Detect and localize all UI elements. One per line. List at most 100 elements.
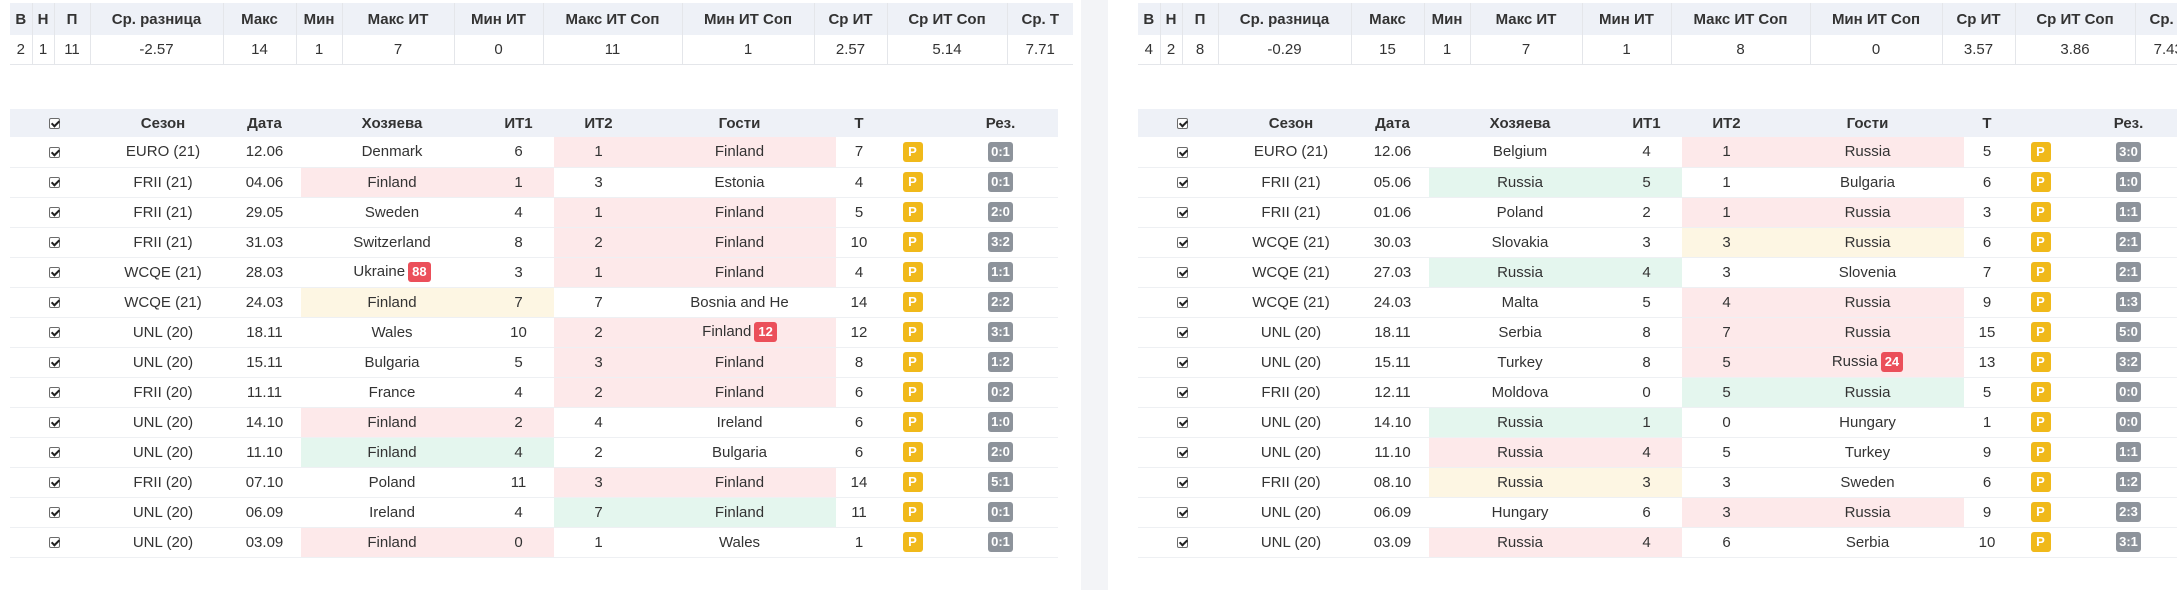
p-badge[interactable]: P: [2030, 502, 2051, 522]
row-checkbox-cell[interactable]: [1138, 437, 1226, 468]
p-badge[interactable]: P: [2030, 172, 2051, 192]
away-team-cell[interactable]: Finland: [643, 137, 836, 168]
home-team-cell[interactable]: Russia: [1429, 407, 1611, 438]
checkbox-checked-icon[interactable]: [1176, 207, 1188, 219]
result-badge[interactable]: 5:1: [988, 472, 1013, 492]
away-team-name[interactable]: Russia: [1845, 324, 1891, 341]
home-team-cell[interactable]: Slovakia: [1429, 227, 1611, 258]
row-checkbox-cell[interactable]: [1138, 197, 1226, 228]
home-team-name[interactable]: Russia: [1497, 264, 1543, 281]
away-team-cell[interactable]: Sweden: [1771, 467, 1964, 498]
checkbox-checked-icon[interactable]: [48, 537, 60, 549]
away-team-name[interactable]: Finland: [715, 204, 764, 221]
match-row[interactable]: UNL (20) 06.09 Hungary 6 3 Russia 9 P 2:3: [1138, 497, 2177, 528]
home-team-name[interactable]: Finland: [367, 444, 416, 461]
home-team-name[interactable]: Bulgaria: [364, 354, 419, 371]
away-team-name[interactable]: Finland: [715, 264, 764, 281]
p-badge[interactable]: P: [902, 352, 923, 372]
row-checkbox-cell[interactable]: [10, 167, 98, 198]
home-team-name[interactable]: Russia: [1497, 474, 1543, 491]
home-team-name[interactable]: France: [369, 384, 416, 401]
result-badge[interactable]: 0:0: [2116, 412, 2141, 432]
p-badge[interactable]: P: [2030, 382, 2051, 402]
home-team-cell[interactable]: Finland: [301, 407, 483, 438]
home-team-cell[interactable]: Denmark: [301, 137, 483, 168]
row-checkbox-cell[interactable]: [10, 407, 98, 438]
home-team-cell[interactable]: Switzerland: [301, 227, 483, 258]
p-badge[interactable]: P: [902, 442, 923, 462]
checkbox-checked-icon[interactable]: [48, 177, 60, 189]
home-team-cell[interactable]: Ukraine 88: [301, 257, 483, 288]
checkbox-checked-icon[interactable]: [1176, 477, 1188, 489]
away-team-cell[interactable]: Finland: [643, 197, 836, 228]
home-team-name[interactable]: Ukraine: [353, 263, 405, 280]
p-badge[interactable]: P: [902, 232, 923, 252]
p-badge[interactable]: P: [2030, 442, 2051, 462]
match-row[interactable]: WCQE (21) 30.03 Slovakia 3 3 Russia 6 P 2:1: [1138, 227, 2177, 258]
away-team-cell[interactable]: Wales: [643, 527, 836, 558]
p-badge[interactable]: P: [2030, 292, 2051, 312]
p-badge[interactable]: P: [2030, 472, 2051, 492]
result-badge[interactable]: 0:0: [2116, 382, 2141, 402]
row-checkbox-cell[interactable]: [1138, 227, 1226, 258]
away-team-name[interactable]: Russia: [1845, 234, 1891, 251]
home-team-name[interactable]: Poland: [369, 474, 416, 491]
result-badge[interactable]: 3:2: [2116, 352, 2141, 372]
row-checkbox-cell[interactable]: [1138, 377, 1226, 408]
p-badge[interactable]: P: [902, 322, 923, 342]
checkbox-checked-icon[interactable]: [48, 357, 60, 369]
away-team-cell[interactable]: Hungary: [1771, 407, 1964, 438]
away-team-name[interactable]: Russia: [1845, 143, 1891, 160]
match-row[interactable]: FRII (20) 08.10 Russia 3 3 Sweden 6 P 1:2: [1138, 467, 2177, 498]
matches-header-cell[interactable]: [10, 109, 98, 137]
p-badge[interactable]: P: [902, 172, 923, 192]
match-row[interactable]: WCQE (21) 28.03 Ukraine 88 3 1 Finland 4 P 1:1: [10, 257, 1058, 288]
home-team-name[interactable]: Russia: [1497, 534, 1543, 551]
row-checkbox-cell[interactable]: [10, 437, 98, 468]
checkbox-checked-icon[interactable]: [48, 447, 60, 459]
away-team-name[interactable]: Bosnia and He: [690, 294, 788, 311]
away-team-cell[interactable]: Estonia: [643, 167, 836, 198]
home-team-cell[interactable]: Wales: [301, 317, 483, 348]
home-team-cell[interactable]: Russia: [1429, 437, 1611, 468]
away-team-cell[interactable]: Bulgaria: [643, 437, 836, 468]
checkbox-checked-icon[interactable]: [48, 507, 60, 519]
away-team-cell[interactable]: Russia: [1771, 497, 1964, 528]
p-badge[interactable]: P: [2030, 412, 2051, 432]
p-badge[interactable]: P: [2030, 532, 2051, 552]
away-team-name[interactable]: Ireland: [717, 414, 763, 431]
match-row[interactable]: UNL (20) 18.11 Wales 10 2 Finland 12 12 P 3:1: [10, 317, 1058, 348]
match-row[interactable]: WCQE (21) 27.03 Russia 4 3 Slovenia 7 P 2:1: [1138, 257, 2177, 288]
p-badge[interactable]: P: [902, 412, 923, 432]
home-team-name[interactable]: Finland: [367, 534, 416, 551]
result-badge[interactable]: 2:0: [988, 442, 1013, 462]
result-badge[interactable]: 2:3: [2116, 502, 2141, 522]
select-all-checkbox-icon[interactable]: [1176, 118, 1188, 130]
row-checkbox-cell[interactable]: [10, 227, 98, 258]
match-row[interactable]: FRII (21) 31.03 Switzerland 8 2 Finland 10 P 3:2: [10, 227, 1058, 258]
away-team-name[interactable]: Finland: [715, 504, 764, 521]
home-team-name[interactable]: Russia: [1497, 414, 1543, 431]
result-badge[interactable]: 1:2: [988, 352, 1013, 372]
row-checkbox-cell[interactable]: [1138, 167, 1226, 198]
checkbox-checked-icon[interactable]: [1176, 507, 1188, 519]
result-badge[interactable]: 2:0: [988, 202, 1013, 222]
match-row[interactable]: FRII (21) 04.06 Finland 1 3 Estonia 4 P 0:1: [10, 167, 1058, 198]
home-team-cell[interactable]: Finland: [301, 287, 483, 318]
away-team-name[interactable]: Russia: [1845, 204, 1891, 221]
away-team-cell[interactable]: Russia: [1771, 317, 1964, 348]
checkbox-checked-icon[interactable]: [48, 327, 60, 339]
away-team-name[interactable]: Finland: [702, 323, 751, 340]
match-row[interactable]: FRII (20) 11.11 France 4 2 Finland 6 P 0:2: [10, 377, 1058, 408]
home-team-cell[interactable]: Ireland: [301, 497, 483, 528]
p-badge[interactable]: P: [2030, 322, 2051, 342]
away-team-cell[interactable]: Ireland: [643, 407, 836, 438]
row-checkbox-cell[interactable]: [10, 497, 98, 528]
away-team-cell[interactable]: Russia: [1771, 377, 1964, 408]
row-checkbox-cell[interactable]: [1138, 467, 1226, 498]
away-team-cell[interactable]: Finland: [643, 377, 836, 408]
row-checkbox-cell[interactable]: [10, 197, 98, 228]
home-team-cell[interactable]: Belgium: [1429, 137, 1611, 168]
p-badge[interactable]: P: [2030, 202, 2051, 222]
home-team-cell[interactable]: France: [301, 377, 483, 408]
